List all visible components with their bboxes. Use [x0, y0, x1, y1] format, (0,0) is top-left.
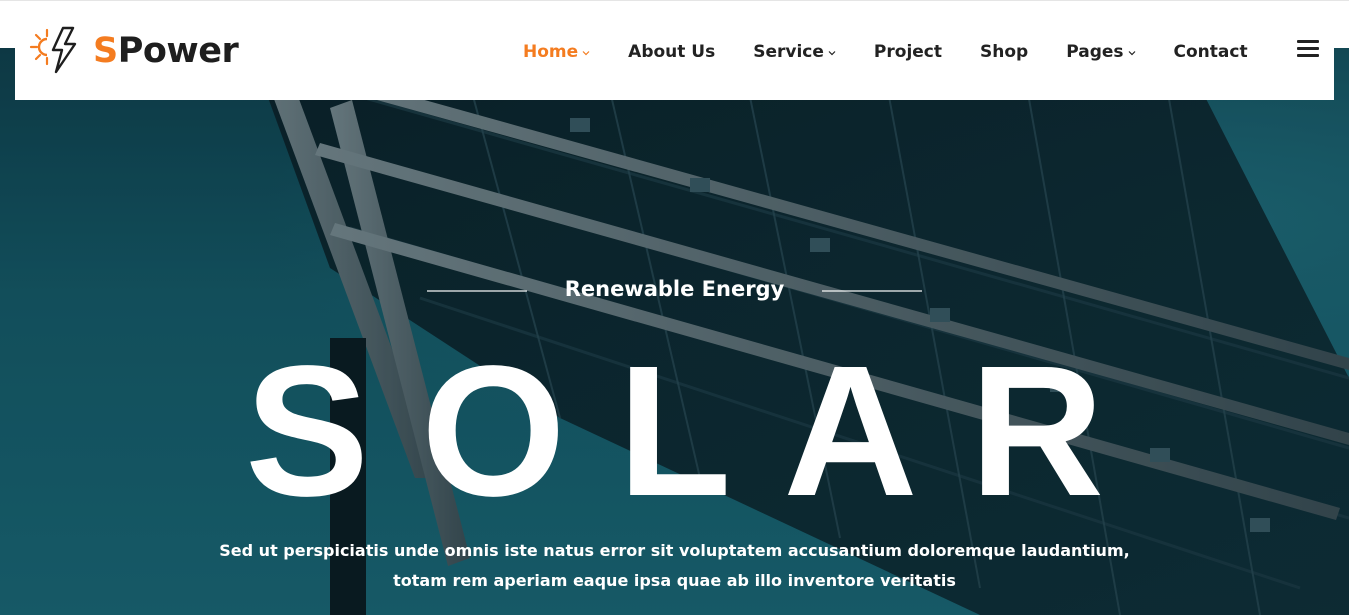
nav-item-project[interactable]: Project [874, 42, 942, 62]
eyebrow-divider-right [822, 290, 922, 292]
page: SPower Home About Us Service Project Sho… [0, 0, 1349, 615]
brand-name: SPower [93, 31, 239, 71]
brand-rest: Power [117, 31, 239, 71]
hero-description: Sed ut perspiciatis unde omnis iste natu… [219, 541, 1130, 590]
hamburger-bar [1297, 40, 1319, 43]
sun-lightning-icon [29, 26, 77, 74]
nav-label-contact: Contact [1173, 42, 1248, 62]
hamburger-bar [1297, 47, 1319, 50]
top-border [0, 0, 1349, 1]
nav-item-about-us[interactable]: About Us [628, 42, 715, 62]
nav-label-pages: Pages [1066, 42, 1124, 62]
hero-eyebrow: Renewable Energy [0, 277, 1349, 307]
nav-label-shop: Shop [980, 42, 1029, 62]
nav-label-about-us: About Us [628, 42, 716, 62]
chevron-down-icon [828, 51, 836, 56]
nav-item-contact[interactable]: Contact [1174, 42, 1248, 62]
hamburger-menu-icon[interactable] [1297, 40, 1319, 58]
nav-label-home: Home [523, 42, 579, 62]
chevron-down-icon [1128, 51, 1135, 56]
nav-label-service: Service [753, 42, 824, 62]
brand-initial: S [93, 31, 118, 71]
site-header: SPower Home About Us Service Project Sho… [15, 0, 1334, 100]
hamburger-bar [1297, 54, 1319, 57]
nav-item-service[interactable]: Service [753, 42, 836, 62]
chevron-down-icon [582, 51, 590, 56]
hero-eyebrow-text: Renewable Energy [564, 277, 785, 301]
logo[interactable]: SPower [29, 24, 239, 78]
nav-item-pages[interactable]: Pages [1066, 42, 1135, 62]
nav-item-shop[interactable]: Shop [980, 42, 1028, 62]
nav-label-project: Project [873, 42, 943, 62]
hero-title: SOLAR [245, 328, 1156, 535]
nav-item-home[interactable]: Home [523, 42, 590, 62]
main-nav: Home About Us Service Project Shop Pages [523, 38, 1286, 66]
